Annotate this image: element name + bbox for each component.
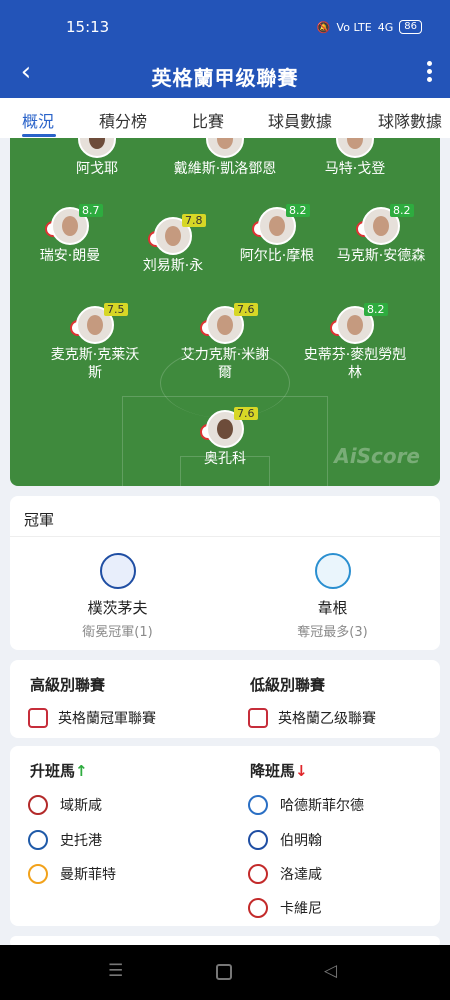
relegated-label: 降班馬↓ (250, 762, 308, 780)
clock: 15:13 (66, 18, 110, 36)
player-card[interactable]: 8.2 马克斯·安德森 (316, 204, 440, 265)
relegated-team[interactable]: 卡維尼 (248, 898, 322, 918)
tab-bar: 概況 積分榜 比賽 球員數據 球隊數據 (0, 98, 450, 138)
league-name: 英格蘭乙级聯賽 (278, 711, 376, 727)
lower-league-link[interactable]: 英格蘭乙级聯賽 (248, 708, 376, 728)
relegated-team[interactable]: 伯明翰 (248, 830, 322, 850)
arrow-up-icon: ↑ (75, 762, 88, 780)
relegated-team[interactable]: 哈德斯菲尔德 (248, 795, 364, 815)
page-title: 英格蘭甲级聯賽 (151, 66, 299, 90)
cardiff-badge-icon (248, 898, 268, 918)
player-rating: 7.6 (234, 303, 258, 316)
app-header: ‹ 英格蘭甲级聯賽 (0, 55, 450, 98)
player-name: 麦克斯·克莱沃斯 (50, 347, 140, 381)
team-name: 曼斯菲特 (60, 867, 116, 883)
higher-league-label: 高級別聯賽 (30, 676, 106, 694)
wigan-badge-icon (314, 553, 351, 589)
defending-champion[interactable]: 樸茨茅夫 衛冕冠軍(1) (10, 553, 225, 640)
league-name: 英格蘭冠軍聯賽 (58, 711, 156, 727)
champion-note: 奪冠最多(3) (297, 625, 368, 640)
system-nav-bar: ☰ ◁ (0, 945, 450, 1000)
huddersfield-badge-icon (248, 795, 268, 815)
player-name: 戴維斯·凱洛鄧恩 (173, 161, 277, 177)
promoted-label: 升班馬↑ (30, 762, 88, 780)
lower-league-label: 低級別聯賽 (250, 676, 326, 694)
player-rating: 8.7 (79, 204, 103, 217)
player-name: 马克斯·安德森 (336, 248, 426, 264)
section-title: 冠軍 (24, 511, 55, 529)
more-vertical-icon[interactable] (424, 61, 434, 85)
player-card[interactable]: 7.5 麦克斯·克莱沃斯 (30, 303, 160, 382)
player-name: 阿戈耶 (76, 161, 118, 177)
team-name: 哈德斯菲尔德 (280, 798, 364, 814)
team-name: 洛達咸 (280, 867, 322, 883)
tab-team-stats[interactable]: 球隊數據 (378, 108, 442, 132)
team-name: 伯明翰 (280, 833, 322, 849)
player-card[interactable]: 7.6 艾力克斯·米謝爾 (160, 303, 290, 382)
rotherham-badge-icon (248, 864, 268, 884)
player-rating: 8.2 (390, 204, 414, 217)
team-name: 韋根 (317, 599, 348, 617)
player-card[interactable]: 戴維斯·凱洛鄧恩 (160, 138, 290, 178)
team-name: 域斯咸 (60, 798, 102, 814)
player-name: 史蒂芬·麥剋勞剋林 (303, 347, 407, 381)
efl-logo-icon (28, 708, 48, 728)
champions-card: 冠軍 樸茨茅夫 衛冕冠軍(1) 韋根 奪冠最多(3) (10, 496, 440, 650)
most-titles[interactable]: 韋根 奪冠最多(3) (225, 553, 440, 640)
status-icons: 🔕 Vo LTE 4G 86 (317, 20, 422, 34)
promoted-team[interactable]: 曼斯菲特 (28, 864, 116, 884)
tab-standings[interactable]: 積分榜 (99, 108, 147, 132)
player-card[interactable]: 马特·戈登 (290, 138, 420, 178)
player-photo (206, 138, 244, 158)
status-bar: 15:13 🔕 Vo LTE 4G 86 (0, 0, 450, 55)
related-leagues-card: 高級別聯賽 低級別聯賽 英格蘭冠軍聯賽 英格蘭乙级聯賽 (10, 660, 440, 738)
player-name: 奥孔科 (204, 451, 246, 467)
tab-matches[interactable]: 比賽 (192, 108, 224, 132)
efl-logo-icon (248, 708, 268, 728)
team-name: 史托港 (60, 833, 102, 849)
relegated-team[interactable]: 洛達咸 (248, 864, 322, 884)
player-name: 马特·戈登 (324, 161, 386, 177)
champion-note: 衛冕冠軍(1) (82, 625, 153, 640)
tab-player-stats[interactable]: 球員數據 (268, 108, 332, 132)
signal-icon: 4G (377, 20, 394, 34)
team-name: 卡維尼 (280, 901, 322, 917)
higher-league-link[interactable]: 英格蘭冠軍聯賽 (28, 708, 156, 728)
divider (10, 536, 440, 537)
birmingham-badge-icon (248, 830, 268, 850)
player-photo (78, 138, 116, 158)
arrow-down-icon: ↓ (295, 762, 308, 780)
battery-icon: 86 (399, 20, 422, 34)
player-name: 艾力克斯·米謝爾 (180, 347, 270, 381)
recent-apps-icon[interactable]: ☰ (108, 961, 123, 981)
promoted-team[interactable]: 史托港 (28, 830, 102, 850)
mute-icon: 🔕 (316, 20, 331, 34)
player-rating: 8.2 (286, 204, 310, 217)
player-card[interactable]: 阿戈耶 (32, 138, 162, 178)
player-card-goalkeeper[interactable]: 7.6 奥孔科 (160, 407, 290, 468)
back-triangle-icon[interactable]: ◁ (324, 961, 337, 981)
wrexham-badge-icon (28, 795, 48, 815)
player-rating: 8.2 (364, 303, 388, 316)
watermark: AiScore (334, 444, 420, 468)
mansfield-badge-icon (28, 864, 48, 884)
player-rating: 7.5 (104, 303, 128, 316)
player-rating: 7.6 (234, 407, 258, 420)
promoted-team[interactable]: 域斯咸 (28, 795, 102, 815)
volte-icon: Vo LTE (336, 20, 372, 34)
team-of-week-pitch: 阿戈耶 戴維斯·凱洛鄧恩 马特·戈登 8.7 瑞安·朗曼 7.8 刘易斯·永 8… (10, 138, 440, 486)
stockport-badge-icon (28, 830, 48, 850)
home-icon[interactable] (216, 964, 232, 980)
player-card[interactable]: 8.2 史蒂芬·麥剋勞剋林 (290, 303, 420, 382)
team-name: 樸茨茅夫 (87, 599, 148, 617)
player-rating: 7.8 (182, 214, 206, 227)
portsmouth-badge-icon (99, 553, 136, 589)
promotion-relegation-card: 升班馬↑ 降班馬↓ 域斯咸 史托港 曼斯菲特 哈德斯菲尔德 伯明翰 洛達咸 卡維… (10, 746, 440, 926)
tab-overview[interactable]: 概況 (22, 108, 54, 132)
player-photo (336, 138, 374, 158)
active-tab-indicator (22, 134, 56, 137)
